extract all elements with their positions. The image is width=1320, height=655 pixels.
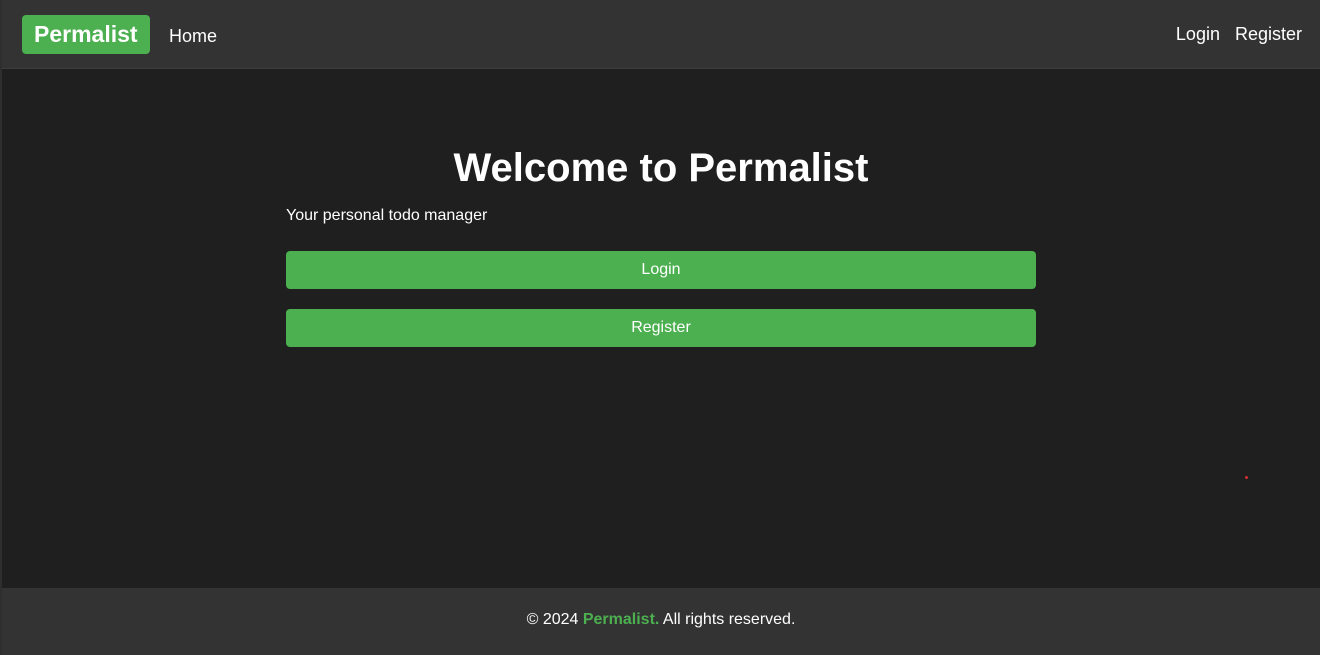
welcome-section: Welcome to Permalist Your personal todo … — [286, 140, 1036, 347]
nav-register-link[interactable]: Register — [1235, 22, 1302, 46]
nav-login-link[interactable]: Login — [1176, 22, 1220, 46]
footer-rights: All rights reserved. — [662, 611, 796, 628]
footer-copyright: © 2024 — [526, 611, 579, 628]
footer-brand: Permalist. — [582, 611, 660, 628]
page-title: Welcome to Permalist — [453, 146, 869, 190]
brand-logo-link[interactable]: Permalist — [22, 15, 150, 54]
footer: © 2024 Permalist. All rights reserved. — [2, 588, 1320, 655]
page: Permalist Home Login Register Welcome to… — [0, 0, 1320, 655]
page-subtitle: Your personal todo manager — [286, 207, 488, 224]
nav-home-link[interactable]: Home — [169, 24, 217, 48]
register-button[interactable]: Register — [286, 309, 1036, 347]
nav-auth-links: Login Register — [1176, 22, 1302, 46]
navbar: Permalist Home Login Register — [2, 0, 1320, 69]
login-button[interactable]: Login — [286, 251, 1036, 289]
cursor-dot — [1245, 476, 1248, 479]
